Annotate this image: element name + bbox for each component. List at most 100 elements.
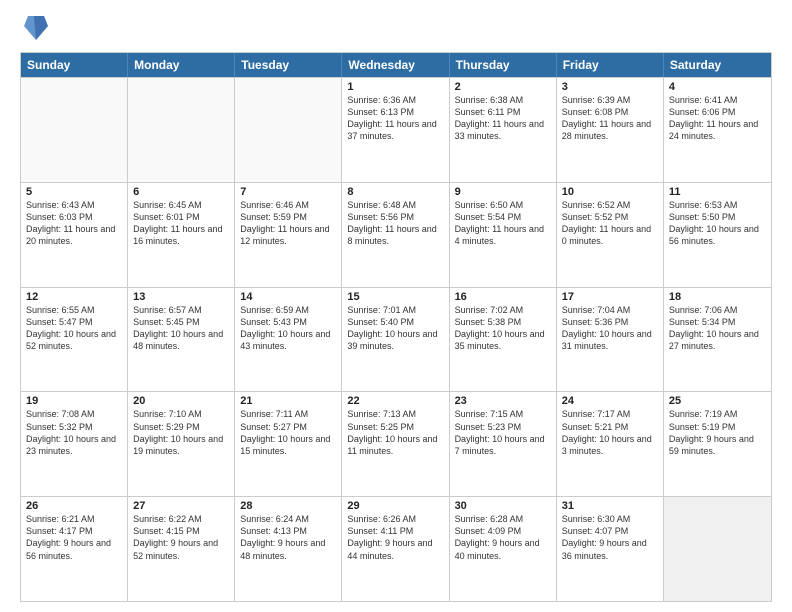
cell-info: Sunrise: 6:36 AMSunset: 6:13 PMDaylight:… [347, 94, 443, 143]
day-cell-31: 31Sunrise: 6:30 AMSunset: 4:07 PMDayligh… [557, 497, 664, 601]
empty-cell-w4-d6 [664, 497, 771, 601]
day-cell-27: 27Sunrise: 6:22 AMSunset: 4:15 PMDayligh… [128, 497, 235, 601]
day-cell-19: 19Sunrise: 7:08 AMSunset: 5:32 PMDayligh… [21, 392, 128, 496]
day-cell-15: 15Sunrise: 7:01 AMSunset: 5:40 PMDayligh… [342, 288, 449, 392]
cell-info: Sunrise: 7:02 AMSunset: 5:38 PMDaylight:… [455, 304, 551, 353]
cell-info: Sunrise: 6:28 AMSunset: 4:09 PMDaylight:… [455, 513, 551, 562]
day-number: 3 [562, 81, 658, 93]
header-thursday: Thursday [450, 53, 557, 77]
logo-icon [24, 12, 48, 42]
cell-info: Sunrise: 7:11 AMSunset: 5:27 PMDaylight:… [240, 408, 336, 457]
day-cell-7: 7Sunrise: 6:46 AMSunset: 5:59 PMDaylight… [235, 183, 342, 287]
day-cell-2: 2Sunrise: 6:38 AMSunset: 6:11 PMDaylight… [450, 78, 557, 182]
day-cell-1: 1Sunrise: 6:36 AMSunset: 6:13 PMDaylight… [342, 78, 449, 182]
cell-info: Sunrise: 6:26 AMSunset: 4:11 PMDaylight:… [347, 513, 443, 562]
cell-info: Sunrise: 6:38 AMSunset: 6:11 PMDaylight:… [455, 94, 551, 143]
cell-info: Sunrise: 6:53 AMSunset: 5:50 PMDaylight:… [669, 199, 766, 248]
cell-info: Sunrise: 6:43 AMSunset: 6:03 PMDaylight:… [26, 199, 122, 248]
cell-info: Sunrise: 6:50 AMSunset: 5:54 PMDaylight:… [455, 199, 551, 248]
cell-info: Sunrise: 6:52 AMSunset: 5:52 PMDaylight:… [562, 199, 658, 248]
cell-info: Sunrise: 7:17 AMSunset: 5:21 PMDaylight:… [562, 408, 658, 457]
cell-info: Sunrise: 6:46 AMSunset: 5:59 PMDaylight:… [240, 199, 336, 248]
header-wednesday: Wednesday [342, 53, 449, 77]
cell-info: Sunrise: 6:22 AMSunset: 4:15 PMDaylight:… [133, 513, 229, 562]
week-row-4: 19Sunrise: 7:08 AMSunset: 5:32 PMDayligh… [21, 391, 771, 496]
day-number: 1 [347, 81, 443, 93]
cell-info: Sunrise: 6:55 AMSunset: 5:47 PMDaylight:… [26, 304, 122, 353]
cell-info: Sunrise: 6:45 AMSunset: 6:01 PMDaylight:… [133, 199, 229, 248]
day-cell-29: 29Sunrise: 6:26 AMSunset: 4:11 PMDayligh… [342, 497, 449, 601]
day-number: 26 [26, 500, 122, 512]
day-cell-26: 26Sunrise: 6:21 AMSunset: 4:17 PMDayligh… [21, 497, 128, 601]
day-number: 13 [133, 291, 229, 303]
day-number: 17 [562, 291, 658, 303]
day-number: 16 [455, 291, 551, 303]
day-cell-13: 13Sunrise: 6:57 AMSunset: 5:45 PMDayligh… [128, 288, 235, 392]
day-number: 27 [133, 500, 229, 512]
cell-info: Sunrise: 6:48 AMSunset: 5:56 PMDaylight:… [347, 199, 443, 248]
day-number: 4 [669, 81, 766, 93]
day-cell-20: 20Sunrise: 7:10 AMSunset: 5:29 PMDayligh… [128, 392, 235, 496]
cell-info: Sunrise: 6:24 AMSunset: 4:13 PMDaylight:… [240, 513, 336, 562]
logo [20, 16, 48, 42]
day-number: 7 [240, 186, 336, 198]
day-cell-11: 11Sunrise: 6:53 AMSunset: 5:50 PMDayligh… [664, 183, 771, 287]
day-cell-25: 25Sunrise: 7:19 AMSunset: 5:19 PMDayligh… [664, 392, 771, 496]
cell-info: Sunrise: 7:04 AMSunset: 5:36 PMDaylight:… [562, 304, 658, 353]
day-number: 11 [669, 186, 766, 198]
day-number: 31 [562, 500, 658, 512]
calendar-body: 1Sunrise: 6:36 AMSunset: 6:13 PMDaylight… [21, 77, 771, 601]
day-number: 24 [562, 395, 658, 407]
header-sunday: Sunday [21, 53, 128, 77]
day-cell-24: 24Sunrise: 7:17 AMSunset: 5:21 PMDayligh… [557, 392, 664, 496]
empty-cell-w0-d1 [128, 78, 235, 182]
cell-info: Sunrise: 6:21 AMSunset: 4:17 PMDaylight:… [26, 513, 122, 562]
cell-info: Sunrise: 7:01 AMSunset: 5:40 PMDaylight:… [347, 304, 443, 353]
day-cell-22: 22Sunrise: 7:13 AMSunset: 5:25 PMDayligh… [342, 392, 449, 496]
header-friday: Friday [557, 53, 664, 77]
day-number: 20 [133, 395, 229, 407]
header [20, 16, 772, 42]
cell-info: Sunrise: 6:30 AMSunset: 4:07 PMDaylight:… [562, 513, 658, 562]
day-cell-21: 21Sunrise: 7:11 AMSunset: 5:27 PMDayligh… [235, 392, 342, 496]
day-cell-17: 17Sunrise: 7:04 AMSunset: 5:36 PMDayligh… [557, 288, 664, 392]
day-number: 25 [669, 395, 766, 407]
day-number: 19 [26, 395, 122, 407]
day-number: 18 [669, 291, 766, 303]
calendar: Sunday Monday Tuesday Wednesday Thursday… [20, 52, 772, 602]
header-tuesday: Tuesday [235, 53, 342, 77]
day-number: 8 [347, 186, 443, 198]
cell-info: Sunrise: 7:08 AMSunset: 5:32 PMDaylight:… [26, 408, 122, 457]
cell-info: Sunrise: 6:41 AMSunset: 6:06 PMDaylight:… [669, 94, 766, 143]
day-cell-18: 18Sunrise: 7:06 AMSunset: 5:34 PMDayligh… [664, 288, 771, 392]
cell-info: Sunrise: 7:15 AMSunset: 5:23 PMDaylight:… [455, 408, 551, 457]
day-cell-30: 30Sunrise: 6:28 AMSunset: 4:09 PMDayligh… [450, 497, 557, 601]
day-number: 10 [562, 186, 658, 198]
day-number: 29 [347, 500, 443, 512]
day-number: 28 [240, 500, 336, 512]
day-cell-9: 9Sunrise: 6:50 AMSunset: 5:54 PMDaylight… [450, 183, 557, 287]
day-cell-6: 6Sunrise: 6:45 AMSunset: 6:01 PMDaylight… [128, 183, 235, 287]
day-cell-8: 8Sunrise: 6:48 AMSunset: 5:56 PMDaylight… [342, 183, 449, 287]
page: Sunday Monday Tuesday Wednesday Thursday… [0, 0, 792, 612]
cell-info: Sunrise: 7:06 AMSunset: 5:34 PMDaylight:… [669, 304, 766, 353]
calendar-header: Sunday Monday Tuesday Wednesday Thursday… [21, 53, 771, 77]
cell-info: Sunrise: 6:57 AMSunset: 5:45 PMDaylight:… [133, 304, 229, 353]
day-number: 12 [26, 291, 122, 303]
week-row-1: 1Sunrise: 6:36 AMSunset: 6:13 PMDaylight… [21, 77, 771, 182]
day-number: 9 [455, 186, 551, 198]
week-row-2: 5Sunrise: 6:43 AMSunset: 6:03 PMDaylight… [21, 182, 771, 287]
week-row-5: 26Sunrise: 6:21 AMSunset: 4:17 PMDayligh… [21, 496, 771, 601]
cell-info: Sunrise: 7:13 AMSunset: 5:25 PMDaylight:… [347, 408, 443, 457]
cell-info: Sunrise: 7:10 AMSunset: 5:29 PMDaylight:… [133, 408, 229, 457]
day-number: 23 [455, 395, 551, 407]
day-number: 22 [347, 395, 443, 407]
header-saturday: Saturday [664, 53, 771, 77]
day-cell-10: 10Sunrise: 6:52 AMSunset: 5:52 PMDayligh… [557, 183, 664, 287]
day-cell-14: 14Sunrise: 6:59 AMSunset: 5:43 PMDayligh… [235, 288, 342, 392]
day-number: 5 [26, 186, 122, 198]
day-cell-28: 28Sunrise: 6:24 AMSunset: 4:13 PMDayligh… [235, 497, 342, 601]
day-number: 21 [240, 395, 336, 407]
day-number: 2 [455, 81, 551, 93]
day-number: 15 [347, 291, 443, 303]
